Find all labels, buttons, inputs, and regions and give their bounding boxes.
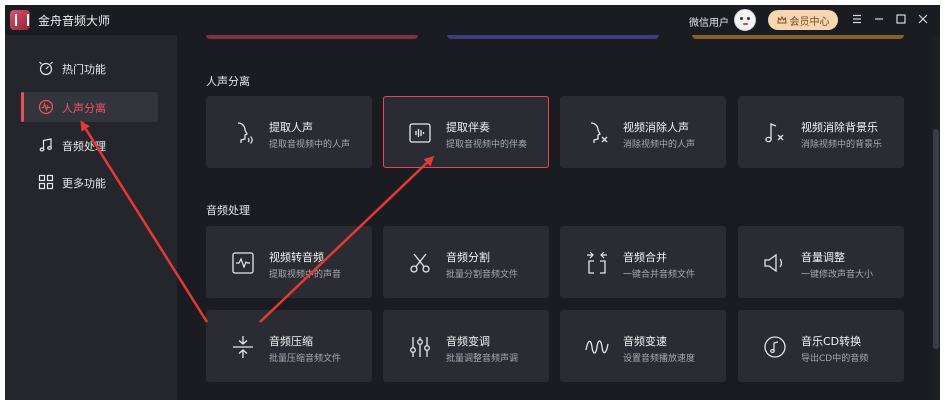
card-audio-split[interactable]: 音频分割 批量分割音频文件 — [383, 226, 549, 298]
music-note-icon — [38, 137, 54, 153]
menu-icon — [853, 14, 861, 24]
voice-remove-icon — [583, 119, 611, 147]
scrollbar[interactable] — [932, 35, 940, 400]
cd-icon — [761, 333, 789, 361]
card-volume-adjust[interactable]: 音量调整 一键修改声音大小 — [738, 226, 904, 298]
card-audio-merge[interactable]: 音频合并 一键合并音频文件 — [560, 226, 726, 298]
vip-center-button[interactable]: 会员中心 — [768, 10, 838, 30]
card-subtitle: 一键修改声音大小 — [801, 270, 874, 280]
voice-head-icon — [229, 119, 257, 147]
card-title: 音频变速 — [623, 335, 667, 348]
card-audio-compress[interactable]: 音频压缩 批量压缩音频文件 — [206, 310, 372, 382]
sidebar: 热门功能 人声分离 音频处理 更多功能 — [5, 35, 177, 400]
card-subtitle: 设置音频播放速度 — [623, 354, 696, 364]
card-subtitle: 批量压缩音频文件 — [269, 354, 342, 364]
card-title: 提取人声 — [269, 121, 313, 134]
card-title: 音频变调 — [446, 335, 490, 348]
card-extract-voice[interactable]: 提取人声 提取音视频中的人声 — [206, 96, 372, 168]
card-title: 提取伴奏 — [446, 121, 490, 134]
avatar[interactable] — [734, 9, 756, 31]
grid-icon — [38, 174, 54, 190]
compress-icon — [229, 333, 257, 361]
equalizer-icon — [406, 333, 434, 361]
scrolled-card-edge — [447, 35, 659, 39]
sidebar-item-label: 更多功能 — [62, 177, 106, 190]
card-cd-convert[interactable]: 音乐CD转换 导出CD中的音频 — [738, 310, 904, 382]
card-subtitle: 批量分割音频文件 — [446, 270, 519, 280]
sidebar-item-label: 人声分离 — [62, 102, 106, 115]
card-title: 音频分割 — [446, 251, 490, 264]
scrolled-card-edge — [692, 35, 904, 39]
card-subtitle: 消除视频中的人声 — [623, 140, 696, 150]
minimize-button[interactable] — [872, 12, 886, 26]
card-title: 音频压缩 — [269, 335, 313, 348]
card-title: 视频消除背景乐 — [801, 121, 878, 134]
vip-center-label: 会员中心 — [789, 16, 830, 28]
card-audio-speed[interactable]: 音频变速 设置音频播放速度 — [560, 310, 726, 382]
card-subtitle: 提取音视频中的人声 — [269, 140, 351, 150]
card-subtitle: 提取音视频中的伴奏 — [446, 140, 528, 150]
menu-button[interactable] — [850, 12, 864, 26]
sidebar-item-voice-separation[interactable]: 人声分离 — [21, 92, 158, 122]
section-title-voice-separation: 人声分离 — [206, 75, 250, 88]
scissors-icon — [406, 249, 434, 277]
app-window: 金舟音频大师 微信用户 会员中心 热门功能 人声分离 音频处理 更多功能 人声分… — [5, 5, 940, 400]
wave-speed-icon — [583, 333, 611, 361]
card-extract-accompaniment[interactable]: 提取伴奏 提取音视频中的伴奏 — [383, 96, 549, 168]
card-subtitle: 一键合并音频文件 — [623, 270, 696, 280]
close-button[interactable] — [916, 12, 930, 26]
app-title: 金舟音频大师 — [38, 14, 111, 28]
waveform-icon — [38, 99, 54, 115]
crown-icon — [776, 15, 787, 24]
card-video-to-audio[interactable]: 视频转音频 提取视频中的声音 — [206, 226, 372, 298]
merge-icon — [583, 249, 611, 277]
sidebar-item-label: 音频处理 — [62, 140, 106, 153]
app-logo-icon — [10, 10, 30, 30]
user-name[interactable]: 微信用户 — [689, 14, 729, 29]
section-title-audio-processing: 音频处理 — [206, 204, 250, 217]
card-subtitle: 消除视频中的背景乐 — [801, 140, 883, 150]
sidebar-item-hot[interactable]: 热门功能 — [21, 53, 158, 83]
card-subtitle: 提取视频中的声音 — [269, 270, 342, 280]
minimize-icon — [875, 18, 883, 20]
close-icon — [918, 14, 928, 24]
sidebar-item-label: 热门功能 — [62, 63, 106, 76]
volume-icon — [761, 249, 789, 277]
card-title: 音量调整 — [801, 251, 845, 264]
card-audio-pitch[interactable]: 音频变调 批量调整音频声调 — [383, 310, 549, 382]
title-bar: 金舟音频大师 微信用户 会员中心 — [5, 5, 940, 35]
scrollbar-thumb[interactable] — [933, 129, 939, 349]
card-video-remove-music[interactable]: 视频消除背景乐 消除视频中的背景乐 — [738, 96, 904, 168]
video-to-audio-icon — [229, 249, 257, 277]
sidebar-item-audio-processing[interactable]: 音频处理 — [21, 130, 158, 160]
music-remove-icon — [761, 119, 789, 147]
card-subtitle: 导出CD中的音频 — [801, 354, 869, 364]
card-video-remove-voice[interactable]: 视频消除人声 消除视频中的人声 — [560, 96, 726, 168]
maximize-icon — [896, 14, 906, 24]
card-title: 音乐CD转换 — [801, 335, 862, 348]
scrolled-card-edge — [206, 35, 418, 39]
sidebar-item-more[interactable]: 更多功能 — [21, 167, 158, 197]
card-title: 视频转音频 — [269, 251, 324, 264]
maximize-button[interactable] — [894, 12, 908, 26]
accompaniment-icon — [406, 119, 434, 147]
hot-icon — [38, 60, 54, 76]
card-title: 音频合并 — [623, 251, 667, 264]
card-title: 视频消除人声 — [623, 121, 689, 134]
card-subtitle: 批量调整音频声调 — [446, 354, 519, 364]
main-content: 人声分离 提取人声 提取音视频中的人声 提取伴奏 提取音视频中的伴奏 视频消除人… — [177, 35, 940, 400]
